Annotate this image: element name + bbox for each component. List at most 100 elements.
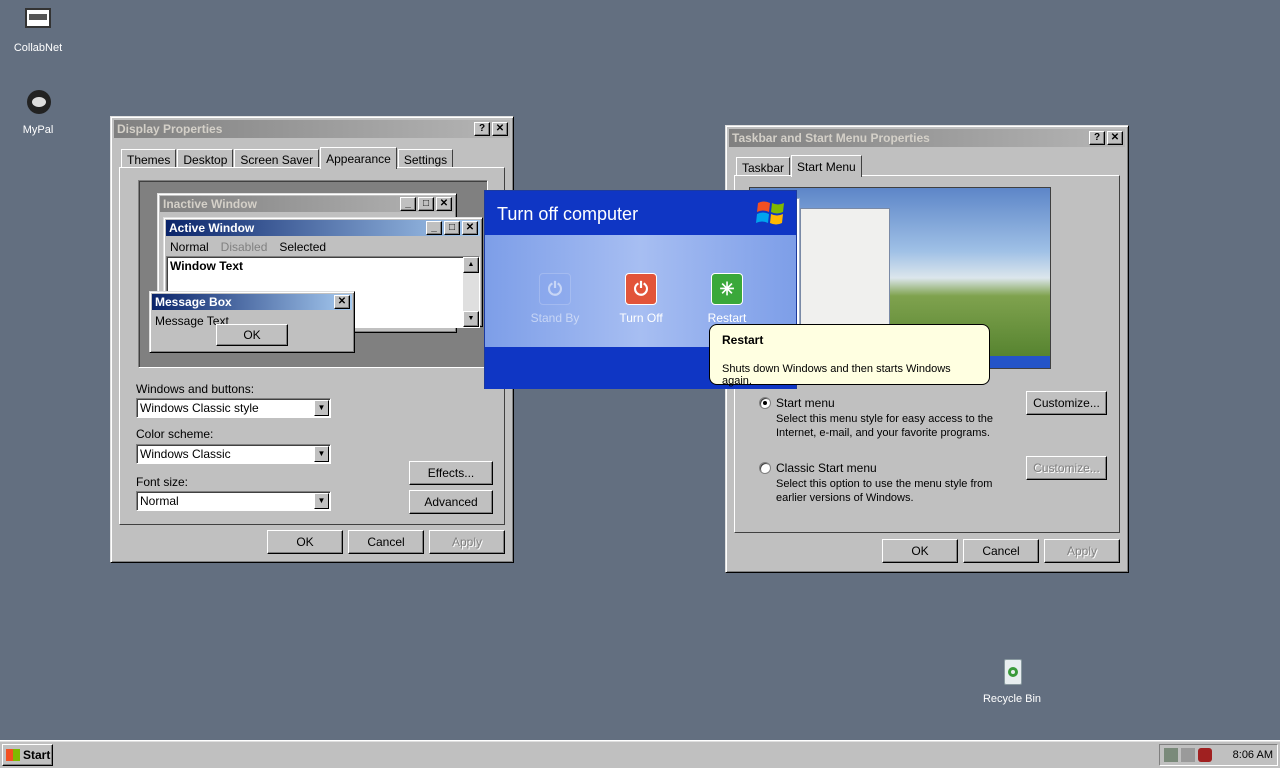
classic-start-menu-radio[interactable] [759, 462, 771, 474]
tab-desktop[interactable]: Desktop [177, 149, 234, 169]
ok-button[interactable]: OK [882, 539, 958, 563]
collabnet-icon [21, 6, 55, 38]
color-scheme-label: Color scheme: [136, 427, 214, 441]
cancel-button[interactable]: Cancel [963, 539, 1039, 563]
window-title: Display Properties [117, 122, 223, 136]
shield-icon[interactable] [1198, 748, 1212, 762]
network-icon[interactable] [1164, 748, 1178, 762]
restart-tooltip: Restart Shuts down Windows and then star… [709, 324, 990, 387]
preview-menu-disabled: Disabled [220, 240, 268, 254]
desktop-icon-recycle-bin[interactable]: Recycle Bin [974, 657, 1050, 705]
close-icon: ✕ [436, 197, 452, 211]
apply-button[interactable]: Apply [1044, 539, 1120, 563]
restart-label: Restart [707, 311, 747, 325]
turn-off-title: Turn off computer [497, 204, 639, 224]
taskbar: Start 8:06 AM [0, 740, 1280, 768]
preview-window-text: Window Text [170, 259, 243, 273]
apply-button[interactable]: Apply [429, 530, 505, 554]
turn-off-option[interactable]: ⏻ Turn Off [606, 273, 676, 325]
windows-flag-icon [6, 749, 20, 761]
start-menu-radio[interactable] [759, 397, 771, 409]
preview-ok-button: OK [216, 324, 288, 346]
display-properties-window: Display Properties ? ✕ Themes Desktop Sc… [110, 116, 514, 563]
tooltip-title: Restart [722, 333, 764, 347]
tab-strip: Taskbar Start Menu [736, 155, 863, 177]
stand-by-label: Stand By [530, 311, 580, 325]
ok-button[interactable]: OK [267, 530, 343, 554]
font-size-label: Font size: [136, 475, 189, 489]
maximize-icon: □ [444, 221, 460, 235]
start-label: Start [23, 748, 51, 762]
tab-themes[interactable]: Themes [121, 149, 177, 169]
minimize-icon: _ [426, 221, 442, 235]
restart-icon[interactable]: ✳ [711, 273, 743, 305]
preview-inactive-title: Inactive Window [163, 197, 257, 211]
classic-start-menu-option-label[interactable]: Classic Start menu [776, 461, 877, 475]
minimize-icon: _ [400, 197, 416, 211]
restart-option[interactable]: ✳ Restart [692, 273, 762, 325]
classic-start-menu-option-desc: Select this option to use the menu style… [776, 478, 993, 504]
classic-customize-button[interactable]: Customize... [1026, 456, 1107, 480]
windows-buttons-select[interactable]: Windows Classic style ▼ [136, 398, 331, 418]
system-tray: 8:06 AM [1159, 744, 1278, 766]
start-menu-option-desc: Select this menu style for easy access t… [776, 413, 994, 439]
desktop-icon-label: Recycle Bin [982, 693, 1042, 705]
tooltip-text: Shuts down Windows and then starts Windo… [722, 363, 951, 387]
clock[interactable]: 8:06 AM [1233, 749, 1273, 761]
preview-message-box: Message Box ✕ Message Text OK [149, 291, 355, 353]
scroll-up-icon: ▲ [463, 257, 479, 273]
start-button[interactable]: Start [2, 744, 53, 766]
tab-settings[interactable]: Settings [397, 149, 454, 169]
close-button[interactable]: ✕ [1107, 131, 1123, 145]
stand-by-icon: ⏻ [539, 273, 571, 305]
title-bar[interactable]: Taskbar and Start Menu Properties ? ✕ [729, 129, 1125, 147]
title-bar[interactable]: Display Properties ? ✕ [114, 120, 510, 138]
tab-appearance[interactable]: Appearance [320, 147, 397, 169]
preview-menu-normal: Normal [170, 240, 209, 254]
close-icon: ✕ [334, 295, 350, 309]
desktop-icon-collabnet[interactable]: CollabNet [0, 6, 76, 54]
customize-button[interactable]: Customize... [1026, 391, 1107, 415]
windows-logo-icon [756, 199, 786, 227]
appearance-preview: Inactive Window _ □ ✕ Active Window _ □ … [138, 180, 488, 368]
font-size-value: Normal [140, 494, 179, 508]
font-size-select[interactable]: Normal ▼ [136, 491, 331, 511]
turn-off-label: Turn Off [619, 311, 663, 325]
effects-button[interactable]: Effects... [409, 461, 493, 485]
start-menu-option-label[interactable]: Start menu [776, 396, 835, 410]
recycle-bin-icon [995, 657, 1029, 689]
preview-menu-selected: Selected [279, 240, 327, 254]
tab-start-menu[interactable]: Start Menu [791, 155, 862, 177]
help-button[interactable]: ? [1089, 131, 1105, 145]
appearance-panel: Inactive Window _ □ ✕ Active Window _ □ … [119, 167, 505, 525]
turn-off-header: Turn off computer [485, 191, 796, 235]
mypal-icon [21, 88, 55, 120]
desktop-icon-mypal[interactable]: MyPal [0, 88, 76, 136]
scroll-down-icon: ▼ [463, 311, 479, 327]
preview-active-title: Active Window [169, 221, 255, 235]
close-button[interactable]: ✕ [492, 122, 508, 136]
tab-screen-saver[interactable]: Screen Saver [234, 149, 320, 169]
chevron-down-icon[interactable]: ▼ [314, 446, 329, 462]
power-icon[interactable]: ⏻ [625, 273, 657, 305]
tab-strip: Themes Desktop Screen Saver Appearance S… [121, 147, 454, 169]
cancel-button[interactable]: Cancel [348, 530, 424, 554]
desktop-icon-label: MyPal [22, 124, 54, 136]
windows-buttons-value: Windows Classic style [140, 401, 259, 415]
tab-taskbar[interactable]: Taskbar [736, 157, 791, 177]
maximize-icon: □ [418, 197, 434, 211]
preview-menu-bar: Normal Disabled Selected [164, 238, 482, 256]
advanced-button[interactable]: Advanced [409, 490, 493, 514]
window-title: Taskbar and Start Menu Properties [732, 131, 930, 145]
close-icon: ✕ [462, 221, 478, 235]
preview-scrollbar: ▲ ▼ [463, 257, 479, 327]
printer-icon[interactable] [1181, 748, 1195, 762]
color-scheme-select[interactable]: Windows Classic ▼ [136, 444, 331, 464]
color-scheme-value: Windows Classic [140, 447, 231, 461]
help-button[interactable]: ? [474, 122, 490, 136]
chevron-down-icon[interactable]: ▼ [314, 400, 329, 416]
chevron-down-icon[interactable]: ▼ [314, 493, 329, 509]
preview-msgbox-title: Message Box [155, 295, 232, 309]
desktop-icon-label: CollabNet [13, 42, 63, 54]
windows-buttons-label: Windows and buttons: [136, 382, 255, 396]
